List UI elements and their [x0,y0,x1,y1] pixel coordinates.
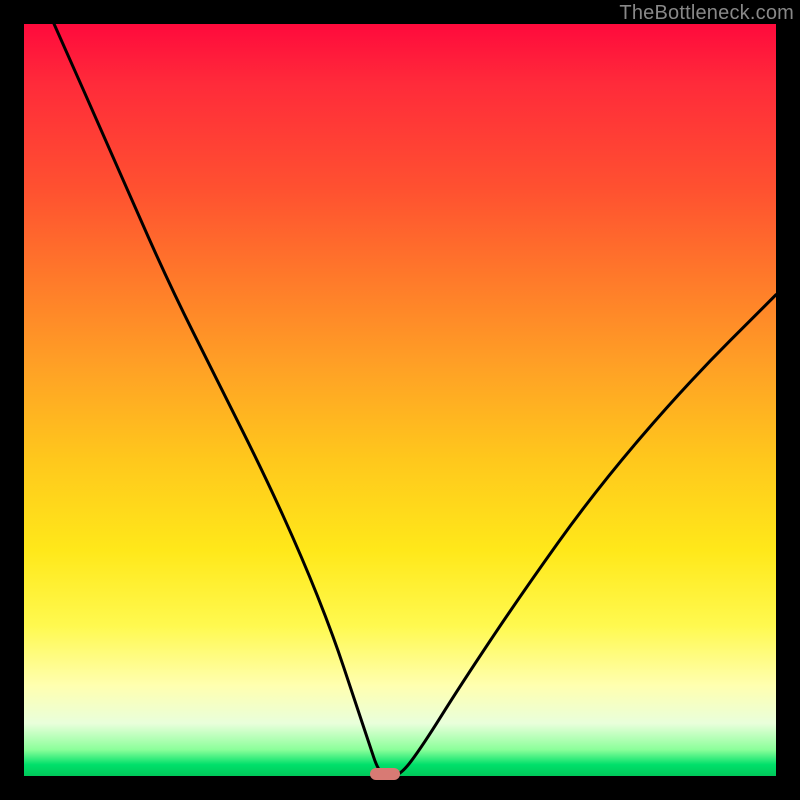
optimal-marker [370,768,400,780]
plot-area [24,24,776,776]
bottleneck-curve [24,24,776,776]
chart-frame: TheBottleneck.com [0,0,800,800]
watermark-text: TheBottleneck.com [619,2,794,25]
